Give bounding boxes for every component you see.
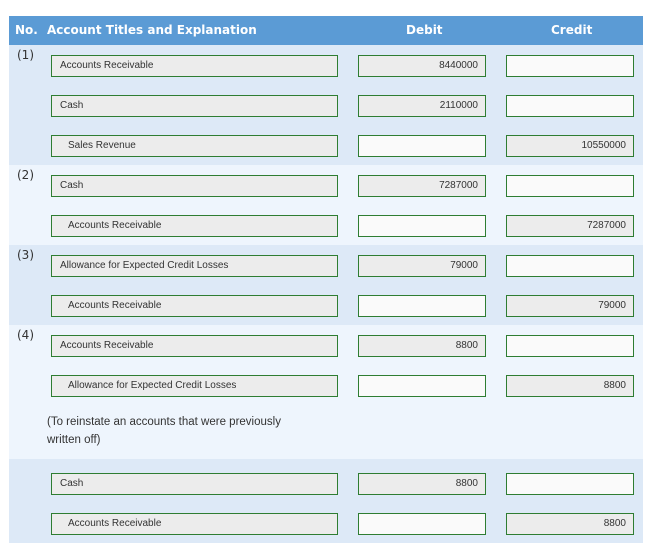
debit-field[interactable]: 7287000 bbox=[358, 175, 486, 197]
credit-field[interactable]: 79000 bbox=[506, 295, 634, 317]
entry-4-explanation: (To reinstate an accounts that were prev… bbox=[9, 405, 643, 459]
account-field[interactable]: Allowance for Expected Credit Losses bbox=[51, 375, 338, 397]
credit-field[interactable]: 8800 bbox=[506, 375, 634, 397]
entry-number: (4) bbox=[17, 328, 34, 342]
account-field[interactable]: Cash bbox=[51, 473, 338, 495]
debit-field[interactable]: 8800 bbox=[358, 473, 486, 495]
header-account-titles: Account Titles and Explanation bbox=[47, 23, 257, 37]
header-debit: Debit bbox=[406, 23, 443, 37]
account-field[interactable]: Allowance for Expected Credit Losses bbox=[51, 255, 338, 277]
debit-field[interactable] bbox=[358, 295, 486, 317]
entry-number: (3) bbox=[17, 248, 34, 262]
credit-field[interactable] bbox=[506, 255, 634, 277]
account-field[interactable]: Sales Revenue bbox=[51, 135, 338, 157]
account-field[interactable]: Accounts Receivable bbox=[51, 513, 338, 535]
entry-2-line-2: Accounts Receivable 7287000 bbox=[9, 205, 643, 245]
credit-field[interactable]: 10550000 bbox=[506, 135, 634, 157]
debit-field[interactable]: 79000 bbox=[358, 255, 486, 277]
account-field[interactable]: Accounts Receivable bbox=[51, 295, 338, 317]
table-header: No. Account Titles and Explanation Debit… bbox=[9, 16, 643, 45]
debit-field[interactable] bbox=[358, 375, 486, 397]
credit-field[interactable] bbox=[506, 95, 634, 117]
entry-4-line-2: Allowance for Expected Credit Losses 880… bbox=[9, 365, 643, 405]
entry-number: (1) bbox=[17, 48, 34, 62]
entry-2-line-1: (2) Cash 7287000 bbox=[9, 165, 643, 205]
entry-5-line-2: Accounts Receivable 8800 bbox=[9, 503, 643, 543]
header-credit: Credit bbox=[551, 23, 593, 37]
header-no: No. bbox=[15, 23, 38, 37]
entry-5-line-1: Cash 8800 bbox=[9, 463, 643, 503]
account-field[interactable]: Cash bbox=[51, 95, 338, 117]
debit-field[interactable]: 8440000 bbox=[358, 55, 486, 77]
entry-1-line-1: (1) Accounts Receivable 8440000 bbox=[9, 45, 643, 85]
debit-field[interactable] bbox=[358, 513, 486, 535]
credit-field[interactable] bbox=[506, 175, 634, 197]
credit-field[interactable]: 8800 bbox=[506, 513, 634, 535]
entry-1-line-3: Sales Revenue 10550000 bbox=[9, 125, 643, 165]
credit-field[interactable] bbox=[506, 335, 634, 357]
entry-1-line-2: Cash 2110000 bbox=[9, 85, 643, 125]
credit-field[interactable] bbox=[506, 55, 634, 77]
debit-field[interactable]: 2110000 bbox=[358, 95, 486, 117]
account-field[interactable]: Cash bbox=[51, 175, 338, 197]
account-field[interactable]: Accounts Receivable bbox=[51, 335, 338, 357]
credit-field[interactable] bbox=[506, 473, 634, 495]
entry-number: (2) bbox=[17, 168, 34, 182]
debit-field[interactable]: 8800 bbox=[358, 335, 486, 357]
entry-4-line-1: (4) Accounts Receivable 8800 bbox=[9, 325, 643, 365]
explanation-note: (To reinstate an accounts that were prev… bbox=[47, 416, 281, 446]
entry-3-line-1: (3) Allowance for Expected Credit Losses… bbox=[9, 245, 643, 285]
account-field[interactable]: Accounts Receivable bbox=[51, 215, 338, 237]
account-field[interactable]: Accounts Receivable bbox=[51, 55, 338, 77]
entry-3-line-2: Accounts Receivable 79000 bbox=[9, 285, 643, 325]
credit-field[interactable]: 7287000 bbox=[506, 215, 634, 237]
journal-entry-table: No. Account Titles and Explanation Debit… bbox=[9, 16, 643, 543]
debit-field[interactable] bbox=[358, 215, 486, 237]
debit-field[interactable] bbox=[358, 135, 486, 157]
